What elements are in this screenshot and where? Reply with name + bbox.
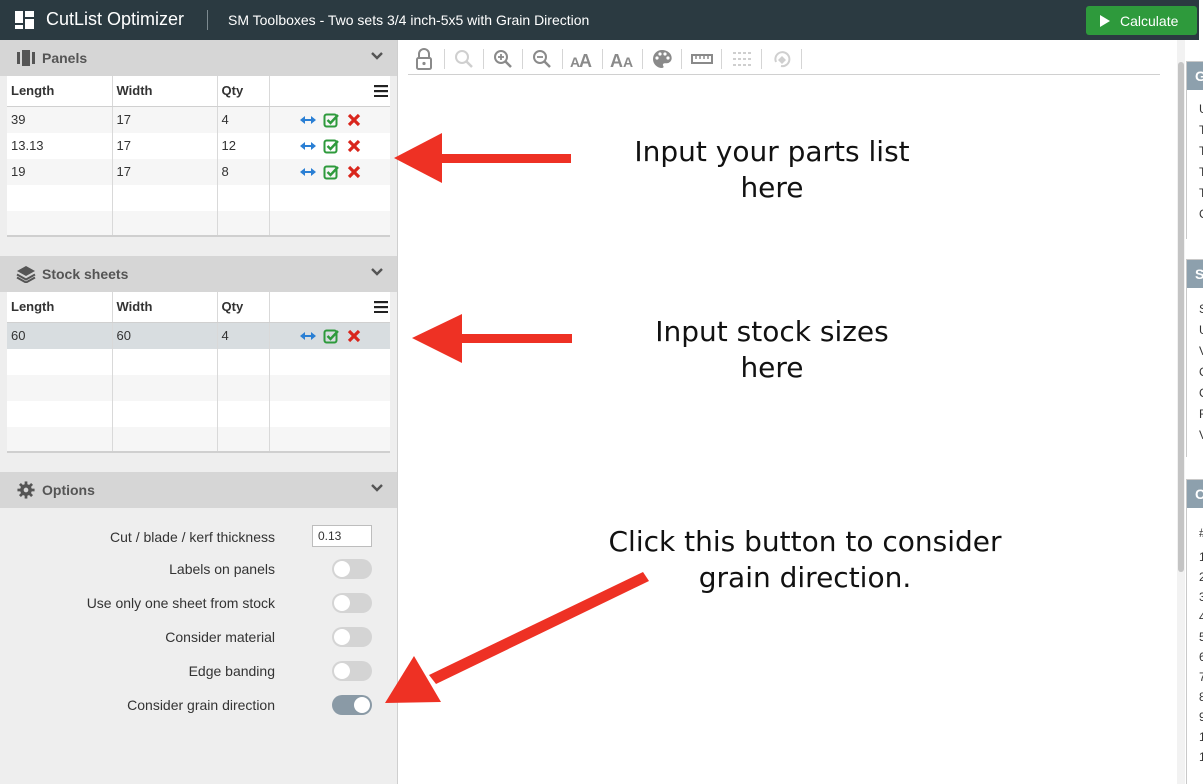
card-header: S — [1187, 260, 1203, 288]
annotation-grain-line1: Click this button to consider — [608, 525, 1002, 558]
card-line: T — [1199, 144, 1203, 158]
card-line: 4 — [1199, 610, 1203, 624]
card-line: V — [1199, 344, 1203, 358]
arrow-parts — [394, 133, 571, 183]
card-line: 1 — [1199, 730, 1203, 744]
card-line: T — [1199, 186, 1203, 200]
card-line: U — [1199, 323, 1203, 337]
card-line: 6 — [1199, 650, 1203, 664]
card-line: 8 — [1199, 690, 1203, 704]
results-card-global: G U T T T T C — [1186, 61, 1203, 239]
results-card-sheet: S S U V C C F V — [1186, 259, 1203, 457]
card-line: 5 — [1199, 630, 1203, 644]
card-line: 1 — [1199, 750, 1203, 764]
card-line: # — [1199, 526, 1203, 540]
card-header: C — [1187, 480, 1203, 508]
card-line: C — [1199, 386, 1203, 400]
card-line: 3 — [1199, 590, 1203, 604]
card-line: C — [1199, 207, 1203, 221]
annotation-arrows — [385, 133, 649, 703]
card-line: 9 — [1199, 710, 1203, 724]
card-line: 2 — [1199, 570, 1203, 584]
card-line: S — [1199, 302, 1203, 316]
annotation-parts: Input your parts list here — [634, 135, 910, 204]
card-line: V — [1199, 428, 1203, 442]
annotation-stock: Input stock sizes here — [655, 315, 889, 384]
results-card-cuts: C # 1 2 3 4 5 6 7 8 9 1 1 — [1186, 479, 1203, 784]
card-header: G — [1187, 62, 1203, 90]
card-line: C — [1199, 365, 1203, 379]
annotation-grain-line2: grain direction. — [698, 561, 912, 594]
card-line: F — [1199, 407, 1203, 421]
card-line: T — [1199, 123, 1203, 137]
card-line: 7 — [1199, 670, 1203, 684]
card-line: U — [1199, 102, 1203, 116]
card-line: 1 — [1199, 550, 1203, 564]
scrollbar[interactable] — [1177, 40, 1185, 784]
arrow-stock — [412, 314, 572, 363]
card-line: T — [1199, 165, 1203, 179]
